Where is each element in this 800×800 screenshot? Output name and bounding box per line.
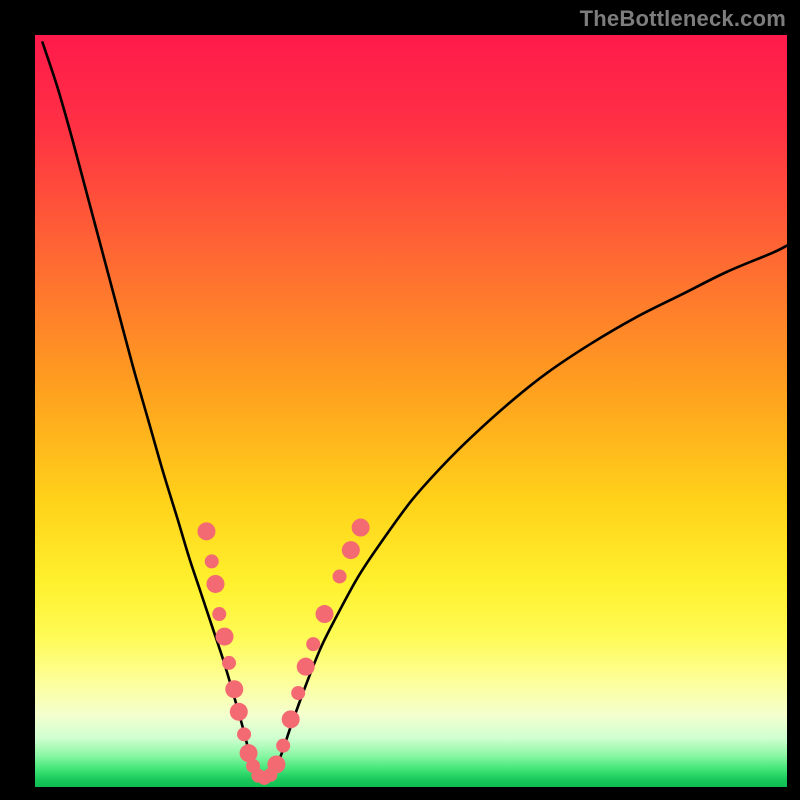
highlight-dot [230, 703, 248, 721]
highlight-dot [237, 727, 251, 741]
highlight-dot [197, 522, 215, 540]
highlight-dot [316, 605, 334, 623]
highlight-dot [342, 541, 360, 559]
plot-area [35, 35, 787, 787]
highlight-dot [282, 710, 300, 728]
highlight-dot [267, 755, 285, 773]
highlight-dots [197, 519, 369, 785]
highlight-dot [297, 658, 315, 676]
curve-layer [35, 35, 787, 787]
watermark-text: TheBottleneck.com [580, 6, 786, 32]
chart-frame: TheBottleneck.com [0, 0, 800, 800]
highlight-dot [206, 575, 224, 593]
highlight-dot [306, 637, 320, 651]
bottleneck-curve [43, 43, 787, 780]
highlight-dot [216, 628, 234, 646]
highlight-dot [276, 739, 290, 753]
highlight-dot [333, 569, 347, 583]
highlight-dot [352, 519, 370, 537]
highlight-dot [212, 607, 226, 621]
highlight-dot [225, 680, 243, 698]
highlight-dot [222, 656, 236, 670]
highlight-dot [291, 686, 305, 700]
highlight-dot [205, 554, 219, 568]
